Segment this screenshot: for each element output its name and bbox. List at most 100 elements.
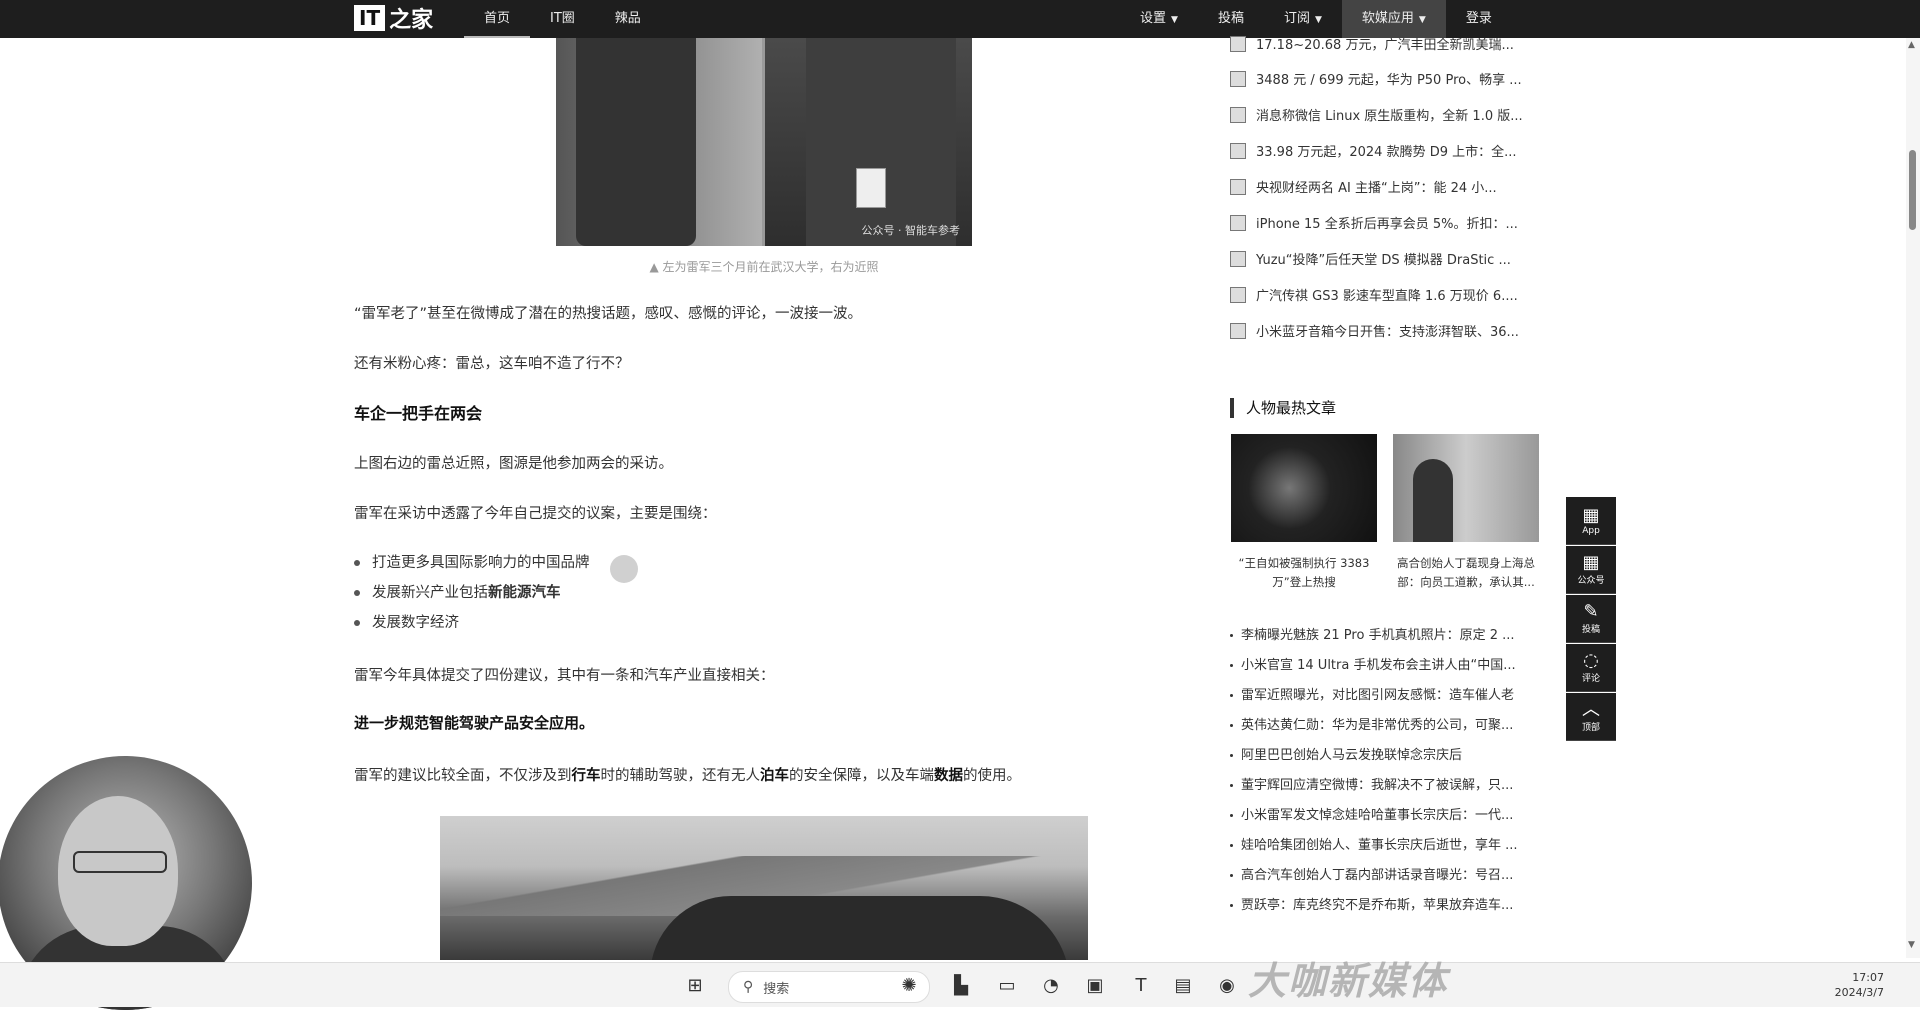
hot-list-item[interactable]: 英伟达黄仁勋：华为是非常优秀的公司，可聚... [1230, 714, 1513, 733]
hot-list-item[interactable]: 小米雷军发文悼念娃哈哈董事长宗庆后：一代... [1230, 804, 1513, 823]
nav-subscribe-label: 订阅 [1283, 11, 1310, 26]
float-submit-button[interactable]: ✎ 投稿 [1566, 595, 1616, 643]
news-icon [1230, 286, 1246, 303]
bold-run: 泊车 [760, 768, 789, 784]
news-icon [1230, 35, 1246, 52]
news-icon [1230, 70, 1246, 87]
taskbar-clock[interactable]: 17:07 2024/3/7 [1800, 970, 1884, 1000]
float-comment-button[interactable]: ◌ 评论 [1566, 644, 1616, 692]
site-logo[interactable]: IT 之家 [354, 4, 433, 33]
hot-list-item[interactable]: 小米官宣 14 Ultra 手机发布会主讲人由“中国... [1230, 654, 1516, 673]
bullet-icon [1230, 664, 1233, 667]
float-label: App [1582, 525, 1600, 536]
bullet-icon [354, 620, 360, 626]
hot-list-item[interactable]: 阿里巴巴创始人马云发挽联悼念宗庆后 [1230, 744, 1462, 763]
float-top-button[interactable]: ︿ 顶部 [1566, 693, 1616, 741]
thumbnail-caption[interactable]: “王自如被强制执行 3383 万”登上热搜 [1231, 554, 1377, 592]
text-run: 雷军的建议比较全面，不仅涉及到 [354, 768, 572, 784]
hot-list-item[interactable]: 雷军近照曝光，对比图引网友感慨：造车催人老 [1230, 684, 1514, 703]
chevron-down-icon: ▼ [1171, 15, 1178, 25]
news-title: iPhone 15 全系折后再享会员 5%。折扣：... [1256, 217, 1518, 232]
text-run: 的安全保障，以及车端 [789, 768, 934, 784]
hot-list-item[interactable]: 董宇辉回应清空微博：我解决不了被误解，只... [1230, 774, 1513, 793]
list-item-text: 发展新兴产业包括 [372, 585, 488, 601]
thumbnail-caption[interactable]: 高合创始人丁磊现身上海总部：向员工道歉，承认其... [1393, 554, 1539, 592]
nav-apps[interactable]: 软媒应用 ▼ [1341, 0, 1446, 38]
top-nav-bar [0, 0, 1920, 38]
section-heading: 车企一把手在两会 [354, 404, 483, 423]
edit-icon: ✎ [1583, 601, 1599, 622]
thumbnail-image[interactable] [1393, 434, 1539, 542]
sidebar-news-item[interactable]: 17.18~20.68 万元，广汽丰田全新凯美瑞... [1230, 34, 1514, 53]
nav-subscribe[interactable]: 订阅 ▼ [1264, 0, 1342, 38]
hot-list-item[interactable]: 贾跃亭：库克终究不是乔布斯，苹果放弃造车... [1230, 894, 1513, 913]
article-photo: 公众号 · 智能车参考 [556, 38, 972, 246]
news-icon [1230, 214, 1246, 231]
bullet-icon [354, 560, 360, 566]
nav-lapin[interactable]: 辣品 [595, 0, 661, 38]
news-icon [1230, 142, 1246, 159]
news-title: 消息称微信 Linux 原生版重构，全新 1.0 版... [1256, 109, 1523, 124]
hot-list-item[interactable]: 高合汽车创始人丁磊内部讲话录音曝光：号召... [1230, 864, 1513, 883]
hot-list-item[interactable]: 娃哈哈集团创始人、董事长宗庆后逝世，享年 ... [1230, 834, 1518, 853]
bold-heading: 进一步规范智能驾驶产品安全应用。 [354, 714, 595, 732]
task-view-icon[interactable]: ▙ [948, 972, 974, 998]
hot-title: 李楠曝光魅族 21 Pro 手机真机照片：原定 2 ... [1241, 628, 1515, 643]
float-label: 投稿 [1581, 625, 1600, 635]
article-paragraph: 雷军今年具体提交了四份建议，其中有一条和汽车产业直接相关： [354, 668, 775, 684]
hot-title: 小米官宣 14 Ultra 手机发布会主讲人由“中国... [1241, 658, 1516, 673]
notepad-icon[interactable]: ▤ [1170, 972, 1196, 998]
edge-browser-icon[interactable]: ◔ [1038, 972, 1064, 998]
scrollbar-thumb[interactable] [1909, 150, 1916, 230]
nav-submit[interactable]: 投稿 [1198, 0, 1264, 38]
float-wechat-button[interactable]: ▦ 公众号 [1566, 546, 1616, 594]
nav-login[interactable]: 登录 [1446, 0, 1512, 38]
store-icon[interactable]: ▣ [1082, 972, 1108, 998]
main-nav: 首页 IT圈 辣品 [464, 0, 661, 38]
logo-it: IT [354, 5, 386, 31]
thumbnail-image[interactable] [1231, 434, 1377, 542]
nav-it-circle[interactable]: IT圈 [530, 0, 595, 38]
nav-home[interactable]: 首页 [464, 0, 531, 38]
news-icon [1230, 178, 1246, 195]
clock-date: 2024/3/7 [1834, 986, 1884, 999]
hot-list-item[interactable]: 李楠曝光魅族 21 Pro 手机真机照片：原定 2 ... [1230, 624, 1515, 643]
start-icon[interactable]: ⊞ [682, 972, 708, 998]
sidebar-news-item[interactable]: 消息称微信 Linux 原生版重构，全新 1.0 版... [1230, 105, 1523, 124]
article-paragraph: 雷军在采访中透露了今年自己提交的议案，主要是围绕： [354, 506, 717, 522]
hot-title: 雷军近照曝光，对比图引网友感慨：造车催人老 [1241, 688, 1515, 703]
comment-icon: ◌ [1583, 650, 1599, 671]
typora-icon[interactable]: T [1128, 972, 1154, 998]
scroll-up-icon[interactable]: ▲ [1908, 40, 1915, 50]
news-title: 3488 元 / 699 元起，华为 P50 Pro、畅享 ... [1256, 73, 1522, 88]
widget-icon[interactable]: ✺ [896, 972, 922, 998]
sidebar-news-item[interactable]: 33.98 万元起，2024 款腾势 D9 上市：全... [1230, 141, 1517, 160]
list-item-text: 发展数字经济 [372, 615, 459, 631]
sidebar-news-item[interactable]: iPhone 15 全系折后再享会员 5%。折扣：... [1230, 213, 1518, 232]
page-scrollbar[interactable]: ▲ ▼ [1906, 38, 1920, 958]
sidebar-news-item[interactable]: 央视财经两名 AI 主播“上岗”：能 24 小... [1230, 177, 1497, 196]
float-app-button[interactable]: ▦ App [1566, 497, 1616, 545]
nav-settings-label: 设置 [1140, 11, 1167, 26]
app-icon[interactable]: ◉ [1214, 972, 1240, 998]
bullet-icon [1230, 784, 1233, 787]
sidebar-news-item[interactable]: 广汽传祺 GS3 影速车型直降 1.6 万现价 6.... [1230, 285, 1518, 304]
qr-code-icon: ▦ [1582, 504, 1600, 526]
sidebar-news-item[interactable]: 3488 元 / 699 元起，华为 P50 Pro、畅享 ... [1230, 69, 1522, 88]
sidebar-news-item[interactable]: Yuzu“投降”后任天堂 DS 模拟器 DraStic ... [1230, 249, 1511, 268]
bold-run: 行车 [571, 768, 601, 784]
photo-left [556, 38, 762, 246]
hot-title: 贾跃亭：库克终究不是乔布斯，苹果放弃造车... [1241, 898, 1514, 913]
bullet-icon [1230, 634, 1233, 637]
bold-run: 数据 [934, 768, 963, 784]
bullet-icon [1230, 754, 1233, 757]
file-explorer-icon[interactable]: ▭ [994, 972, 1020, 998]
sidebar-news-item[interactable]: 小米蓝牙音箱今日开售：支持澎湃智联、36... [1230, 321, 1519, 340]
text-run: 的使用。 [963, 768, 1021, 784]
chevron-down-icon: ▼ [1418, 15, 1426, 25]
news-title: 广汽传祺 GS3 影速车型直降 1.6 万现价 6.... [1256, 289, 1518, 304]
float-label: 顶部 [1581, 723, 1600, 733]
nav-settings[interactable]: 设置 ▼ [1120, 0, 1198, 38]
bullet-icon [1230, 724, 1233, 727]
scroll-down-icon[interactable]: ▼ [1908, 940, 1915, 950]
